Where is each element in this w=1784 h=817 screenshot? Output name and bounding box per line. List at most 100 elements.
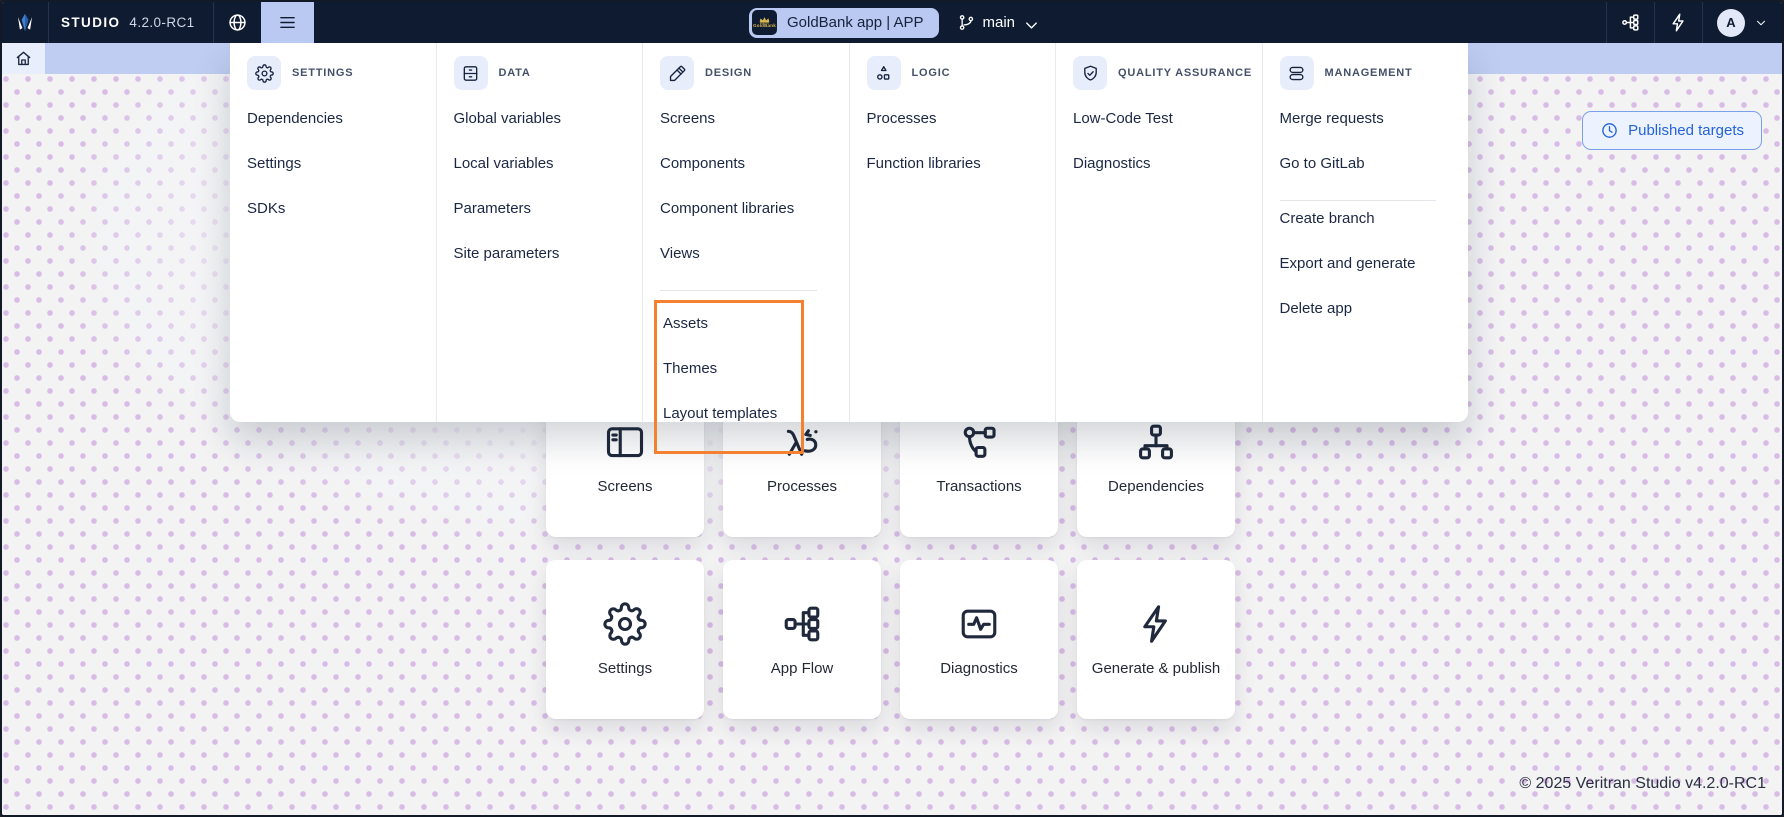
- menu-section-title: QUALITY ASSURANCE: [1118, 67, 1252, 79]
- menu-item-delete-app[interactable]: Delete app: [1280, 300, 1455, 318]
- git-branch-icon: [956, 13, 975, 32]
- menu-section-title: DESIGN: [705, 67, 752, 79]
- language-globe-button[interactable]: [213, 2, 261, 43]
- shield-check-icon: [1073, 56, 1107, 90]
- menu-section-title: MANAGEMENT: [1325, 67, 1413, 79]
- menu-section-title: DATA: [499, 67, 531, 79]
- app-badge[interactable]: GoldBank GoldBank app | APP: [749, 8, 939, 38]
- menu-item-sdks[interactable]: SDKs: [247, 200, 422, 218]
- app-flow-button[interactable]: [1606, 2, 1654, 43]
- card-label: App Flow: [771, 660, 834, 677]
- footer-copyright: © 2025 Veritran Studio v4.2.0-RC1: [1519, 775, 1766, 793]
- avatar: A: [1717, 9, 1745, 37]
- goldbank-logo-text: GoldBank: [753, 24, 776, 29]
- globe-icon: [227, 12, 248, 33]
- settings-icon: [603, 602, 647, 646]
- veritran-logo[interactable]: [2, 2, 48, 43]
- screens-icon: [603, 420, 647, 464]
- transactions-icon: [957, 420, 1001, 464]
- goldbank-logo-icon: GoldBank: [752, 10, 777, 35]
- menu-item-components[interactable]: Components: [660, 155, 835, 173]
- menu-item-site-parameters[interactable]: Site parameters: [454, 245, 629, 263]
- menu-item-dependencies[interactable]: Dependencies: [247, 110, 422, 128]
- published-targets-button[interactable]: Published targets: [1582, 111, 1762, 150]
- card-settings[interactable]: Settings: [546, 560, 704, 719]
- diagnostics-icon: [957, 602, 1001, 646]
- menu-section-header: DATA: [454, 56, 629, 90]
- menu-item-assets[interactable]: Assets: [663, 315, 795, 333]
- menu-item-export-and-generate[interactable]: Export and generate: [1280, 255, 1455, 273]
- chevron-down-icon: [1022, 16, 1035, 29]
- menu-item-parameters[interactable]: Parameters: [454, 200, 629, 218]
- tutorial-highlight-box: Assets Themes Layout templates: [654, 300, 804, 454]
- home-icon: [14, 49, 33, 68]
- card-label: Generate & publish: [1092, 660, 1220, 677]
- brand-name: STUDIO: [61, 15, 120, 30]
- menu-item-function-libraries[interactable]: Function libraries: [867, 155, 1042, 173]
- menu-section-header: LOGIC: [867, 56, 1042, 90]
- menu-divider: [1280, 200, 1437, 201]
- brand-version: 4.2.0-RC1: [129, 15, 194, 30]
- menu-item-screens[interactable]: Screens: [660, 110, 835, 128]
- veritran-logo-icon: [12, 10, 38, 36]
- management-stack-icon: [1280, 56, 1314, 90]
- menu-section-logic: LOGIC Processes Function libraries: [850, 43, 1057, 422]
- hamburger-menu-icon: [277, 12, 298, 33]
- menu-section-settings: SETTINGS Dependencies Settings SDKs: [230, 43, 437, 422]
- design-pen-icon: [660, 56, 694, 90]
- card-app-flow[interactable]: App Flow: [723, 560, 881, 719]
- menu-item-create-branch[interactable]: Create branch: [1280, 210, 1455, 228]
- menu-divider: [660, 290, 817, 291]
- card-diagnostics[interactable]: Diagnostics: [900, 560, 1058, 719]
- menu-item-go-to-gitlab[interactable]: Go to GitLab: [1280, 155, 1455, 173]
- menu-item-local-variables[interactable]: Local variables: [454, 155, 629, 173]
- dependencies-icon: [1134, 420, 1178, 464]
- menu-section-quality-assurance: QUALITY ASSURANCE Low-Code Test Diagnostic…: [1056, 43, 1263, 422]
- clock-icon: [1600, 121, 1619, 140]
- generate-publish-button[interactable]: [1654, 2, 1702, 43]
- data-drawer-icon: [454, 56, 488, 90]
- card-label: Dependencies: [1108, 478, 1204, 495]
- logic-shapes-icon: [867, 56, 901, 90]
- menu-item-settings[interactable]: Settings: [247, 155, 422, 173]
- menu-item-processes[interactable]: Processes: [867, 110, 1042, 128]
- menu-item-component-libraries[interactable]: Component libraries: [660, 200, 835, 218]
- flow-nodes-icon: [1620, 12, 1641, 33]
- menu-item-low-code-test[interactable]: Low-Code Test: [1073, 110, 1248, 128]
- menu-section-header: DESIGN: [660, 56, 835, 90]
- menu-item-views[interactable]: Views: [660, 245, 835, 263]
- lightning-bolt-icon: [1668, 12, 1689, 33]
- menu-item-layout-templates[interactable]: Layout templates: [663, 405, 795, 423]
- studio-window: STUDIO 4.2.0-RC1 GoldBank GoldBank app |…: [0, 0, 1784, 817]
- top-bar: STUDIO 4.2.0-RC1 GoldBank GoldBank app |…: [2, 2, 1782, 43]
- menu-section-title: SETTINGS: [292, 67, 353, 79]
- menu-item-merge-requests[interactable]: Merge requests: [1280, 110, 1455, 128]
- chevron-down-icon: [1754, 16, 1768, 30]
- mega-menu: SETTINGS Dependencies Settings SDKs DATA Glob…: [230, 43, 1468, 422]
- dashboard-cards: Screens Processes Transactions Dependencies…: [546, 378, 1235, 719]
- topbar-right: A: [1606, 2, 1782, 43]
- generate-publish-icon: [1134, 602, 1178, 646]
- main-menu-button[interactable]: [261, 2, 314, 43]
- topbar-center: GoldBank GoldBank app | APP main: [749, 2, 1035, 43]
- menu-section-header: SETTINGS: [247, 56, 422, 90]
- menu-section-management: MANAGEMENT Merge requests Go to GitLab Crea…: [1263, 43, 1469, 422]
- branch-name: main: [982, 14, 1015, 31]
- menu-item-themes[interactable]: Themes: [663, 360, 795, 378]
- card-label: Settings: [598, 660, 652, 677]
- brand: STUDIO 4.2.0-RC1: [48, 2, 213, 43]
- menu-section-title: LOGIC: [912, 67, 951, 79]
- account-menu[interactable]: A: [1702, 2, 1782, 43]
- branch-selector[interactable]: main: [956, 13, 1035, 32]
- menu-section-data: DATA Global variables Local variables Param…: [437, 43, 644, 422]
- menu-section-header: QUALITY ASSURANCE: [1073, 56, 1248, 90]
- card-label: Processes: [767, 478, 837, 495]
- menu-item-diagnostics[interactable]: Diagnostics: [1073, 155, 1248, 173]
- card-generate-publish[interactable]: Generate & publish: [1077, 560, 1235, 719]
- card-label: Transactions: [936, 478, 1021, 495]
- card-label: Screens: [597, 478, 652, 495]
- menu-item-global-variables[interactable]: Global variables: [454, 110, 629, 128]
- menu-section-header: MANAGEMENT: [1280, 56, 1455, 90]
- card-label: Diagnostics: [940, 660, 1018, 677]
- home-button[interactable]: [2, 43, 45, 74]
